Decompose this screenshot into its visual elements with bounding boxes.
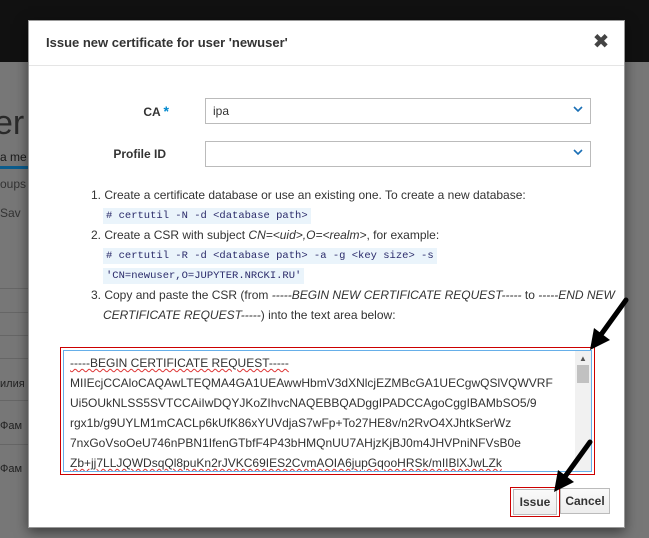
instruction-step-2-suffix: , for example: [366,228,440,242]
background-row-label: Фам [0,420,23,432]
background-divider [0,312,28,313]
background-tab: a me [0,150,27,164]
profile-id-label: Profile ID [113,147,166,161]
csr-line: Ui5OUkNLSS5SVTCCAiIwDQYJKoZIhvcNAQEBBQAD… [70,396,537,410]
ca-select-value: ipa [213,104,230,118]
close-icon[interactable]: ✖ [592,32,610,52]
ca-select[interactable]: ipa [205,98,591,124]
dialog-header: Issue new certificate for user 'newuser'… [29,21,624,66]
chevron-down-icon [573,149,583,156]
code-snippet-subject: 'CN=newuser,O=JUPYTER.NRCKI.RU' [103,268,305,284]
ca-label: CA * [89,103,169,119]
annotation-arrow-icon [554,439,593,492]
dialog-title: Issue new certificate for user 'newuser' [46,35,288,50]
csr-line-text: -----BEGIN CERTIFICATE REQUEST----- [70,356,289,370]
instruction-step-3-continued: CERTIFICATE REQUEST-----) into the text … [103,308,396,322]
background-divider [0,335,28,336]
background-divider [0,400,28,401]
annotation-arrow-icon [590,297,629,350]
csr-textarea[interactable]: -----BEGIN CERTIFICATE REQUEST----- MIIE… [63,350,592,472]
background-subtab: oups [0,177,27,191]
instruction-step-1: 1. Create a certificate database or use … [91,188,526,202]
csr-line: 7nxGoVsoOeU746nPBN1IfenGTbfF4P43bHMQnUU7… [70,436,521,450]
background-row-label: Фам [0,463,23,475]
issue-certificate-dialog: Issue new certificate for user 'newuser'… [28,20,625,528]
background-save-label: Sav [0,206,21,220]
scroll-up-icon[interactable]: ▲ [579,354,587,363]
instruction-step-2: 2. Create a CSR with subject CN=<uid>,O=… [91,228,439,242]
required-indicator: * [163,103,169,119]
csr-line: rgx1b/g9UYLM1mCACLp6kUfK86xYUVdjaS7wFp+T… [70,416,512,430]
background-divider [0,444,28,445]
ca-label-text: CA [143,105,161,119]
background-divider [0,358,28,359]
instruction-step-3-to: to [521,288,539,302]
instruction-step-3-suffix: ) into the text area below: [260,308,396,322]
instruction-step-2-prefix: 2. Create a CSR with subject [91,228,249,242]
background-save-button: Sav [0,206,21,220]
csr-line: Zb+jj7LLJQWDsqQl8puKn2rJVKC69IES2CvmAOIA… [70,456,502,470]
scrollbar-thumb[interactable] [577,365,589,383]
begin-marker-text: -----BEGIN NEW CERTIFICATE REQUEST----- [271,288,522,302]
issue-button[interactable]: Issue [513,489,557,515]
background-page-title: er [0,104,25,142]
code-snippet-create-csr: # certutil -R -d <database path> -a -g <… [103,248,437,264]
chevron-down-icon [573,106,583,113]
end-marker-text-cont: CERTIFICATE REQUEST----- [103,308,261,322]
csr-textarea-highlight: -----BEGIN CERTIFICATE REQUEST----- MIIE… [60,347,595,475]
background-row-label: илия [0,378,25,390]
csr-line: MIIEcjCCAloCAQAwLTEQMA4GA1UEAwwHbmV3dXNl… [70,376,553,390]
code-snippet-create-db: # certutil -N -d <database path> [103,208,311,224]
instruction-step-3: 3. Copy and paste the CSR (from -----BEG… [91,288,615,302]
background-tab-indicator [0,166,28,169]
csr-line-text: Zb+jj7LLJQWDsqQl8puKn2rJVKC69IES2CvmAOIA… [70,456,502,470]
instruction-step-3-prefix: 3. Copy and paste the CSR (from [91,288,272,302]
background-divider [0,288,28,289]
csr-line: -----BEGIN CERTIFICATE REQUEST----- [70,356,289,370]
profile-id-select[interactable] [205,141,591,167]
instruction-step-2-subject: CN=<uid>,O=<realm> [248,228,367,242]
